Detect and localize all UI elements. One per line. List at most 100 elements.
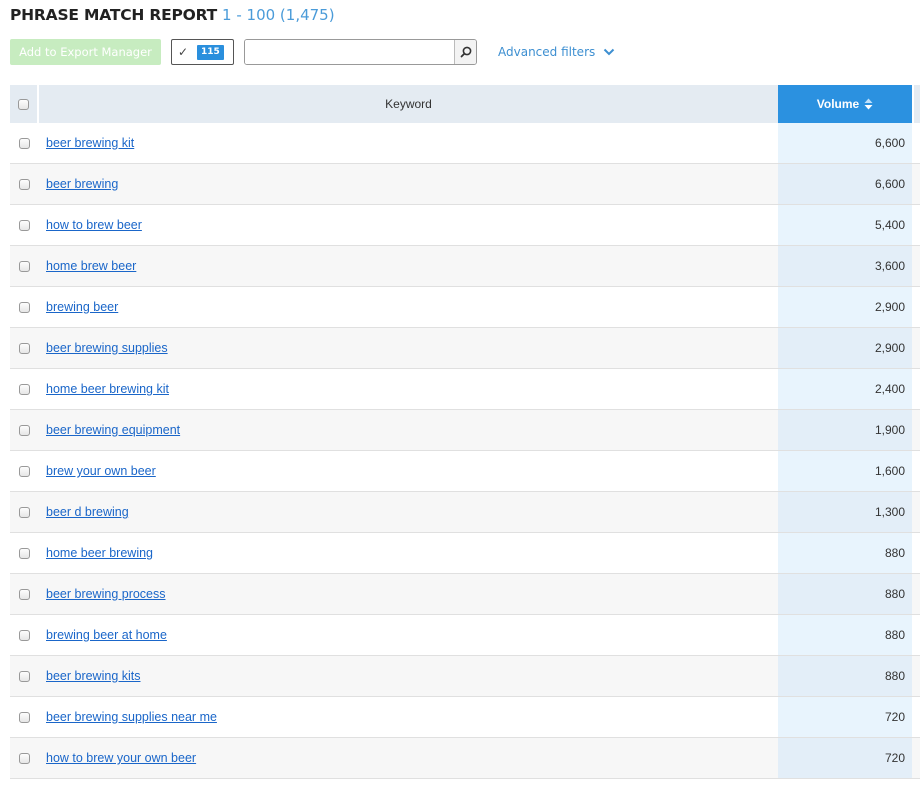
row-checkbox[interactable] bbox=[19, 711, 30, 723]
volume-cell: 880 bbox=[778, 574, 912, 614]
keyword-link[interactable]: beer brewing supplies bbox=[46, 341, 168, 355]
advanced-filters-toggle[interactable]: Advanced filters bbox=[498, 45, 615, 59]
extra-cell bbox=[912, 451, 920, 491]
row-checkbox-cell bbox=[10, 164, 39, 204]
column-header-keyword[interactable]: Keyword bbox=[39, 85, 778, 123]
volume-cell: 1,900 bbox=[778, 410, 912, 450]
volume-cell: 6,600 bbox=[778, 164, 912, 204]
row-checkbox-cell bbox=[10, 369, 39, 409]
table-row: home beer brewing 880 bbox=[10, 533, 920, 574]
keyword-link[interactable]: home brew beer bbox=[46, 259, 136, 273]
table-row: beer brewing kit 6,600 bbox=[10, 123, 920, 164]
row-checkbox[interactable] bbox=[19, 424, 30, 436]
phrase-match-table: Keyword Volume beer brewing kit 6,600 beer… bbox=[10, 85, 920, 779]
keyword-link[interactable]: how to brew your own beer bbox=[46, 751, 196, 765]
volume-cell: 6,600 bbox=[778, 123, 912, 163]
table-body: beer brewing kit 6,600 beer brewing 6,600 ho… bbox=[10, 123, 920, 779]
result-range: 1 - 100 (1,475) bbox=[222, 6, 335, 24]
keyword-cell: home beer brewing kit bbox=[39, 369, 778, 409]
row-checkbox[interactable] bbox=[19, 301, 30, 313]
keyword-cell: beer brewing kit bbox=[39, 123, 778, 163]
row-checkbox[interactable] bbox=[19, 547, 30, 559]
table-row: beer brewing process 880 bbox=[10, 574, 920, 615]
table-row: brew your own beer 1,600 bbox=[10, 451, 920, 492]
row-checkbox-cell bbox=[10, 492, 39, 532]
keyword-link[interactable]: brewing beer at home bbox=[46, 628, 167, 642]
sort-icon bbox=[864, 98, 873, 110]
table-row: home beer brewing kit 2,400 bbox=[10, 369, 920, 410]
row-checkbox[interactable] bbox=[19, 752, 30, 764]
table-row: beer brewing kits 880 bbox=[10, 656, 920, 697]
table-row: beer d brewing 1,300 bbox=[10, 492, 920, 533]
row-checkbox[interactable] bbox=[19, 670, 30, 682]
keyword-cell: beer brewing supplies near me bbox=[39, 697, 778, 737]
column-header-volume-label: Volume bbox=[816, 97, 860, 111]
row-checkbox[interactable] bbox=[19, 588, 30, 600]
keyword-link[interactable]: beer brewing kits bbox=[46, 669, 141, 683]
add-to-export-manager-button[interactable]: Add to Export Manager bbox=[10, 39, 161, 65]
keyword-cell: brewing beer bbox=[39, 287, 778, 327]
row-checkbox-cell bbox=[10, 533, 39, 573]
keyword-link[interactable]: beer brewing process bbox=[46, 587, 166, 601]
row-checkbox-cell bbox=[10, 123, 39, 163]
keyword-cell: beer brewing bbox=[39, 164, 778, 204]
row-checkbox-cell bbox=[10, 738, 39, 778]
table-row: brewing beer 2,900 bbox=[10, 287, 920, 328]
keyword-link[interactable]: home beer brewing kit bbox=[46, 382, 169, 396]
filter-search-input[interactable] bbox=[245, 40, 454, 64]
row-checkbox[interactable] bbox=[19, 260, 30, 272]
volume-cell: 880 bbox=[778, 533, 912, 573]
row-checkbox-cell bbox=[10, 205, 39, 245]
report-header: PHRASE MATCH REPORT 1 - 100 (1,475) bbox=[10, 6, 335, 28]
advanced-filters-label: Advanced filters bbox=[498, 45, 596, 59]
keyword-link[interactable]: brew your own beer bbox=[46, 464, 156, 478]
row-checkbox[interactable] bbox=[19, 383, 30, 395]
row-checkbox[interactable] bbox=[19, 219, 30, 231]
column-header-volume[interactable]: Volume bbox=[778, 85, 912, 123]
extra-cell bbox=[912, 328, 920, 368]
keyword-cell: beer brewing process bbox=[39, 574, 778, 614]
keyword-link[interactable]: beer brewing supplies near me bbox=[46, 710, 217, 724]
keyword-cell: beer brewing kits bbox=[39, 656, 778, 696]
search-icon bbox=[460, 46, 471, 58]
row-checkbox[interactable] bbox=[19, 629, 30, 641]
row-checkbox-cell bbox=[10, 410, 39, 450]
volume-cell: 720 bbox=[778, 738, 912, 778]
extra-cell bbox=[912, 533, 920, 573]
keyword-link[interactable]: beer brewing bbox=[46, 177, 118, 191]
checkmark-icon: ✓ bbox=[178, 45, 189, 59]
extra-cell bbox=[912, 656, 920, 696]
extra-cell bbox=[912, 369, 920, 409]
row-checkbox[interactable] bbox=[19, 342, 30, 354]
toolbar: Add to Export Manager ✓ 115 Advanced fil… bbox=[10, 39, 615, 65]
keyword-cell: beer brewing equipment bbox=[39, 410, 778, 450]
keyword-link[interactable]: beer d brewing bbox=[46, 505, 129, 519]
volume-cell: 1,300 bbox=[778, 492, 912, 532]
select-all-toggle[interactable]: ✓ 115 bbox=[171, 39, 234, 65]
row-checkbox[interactable] bbox=[19, 506, 30, 518]
table-row: beer brewing supplies 2,900 bbox=[10, 328, 920, 369]
select-all-checkbox[interactable] bbox=[18, 98, 29, 110]
keyword-link[interactable]: beer brewing kit bbox=[46, 136, 134, 150]
table-header: Keyword Volume bbox=[10, 85, 920, 123]
extra-cell bbox=[912, 246, 920, 286]
extra-cell bbox=[912, 287, 920, 327]
row-checkbox-cell bbox=[10, 328, 39, 368]
keyword-link[interactable]: brewing beer bbox=[46, 300, 118, 314]
keyword-link[interactable]: how to brew beer bbox=[46, 218, 142, 232]
row-checkbox[interactable] bbox=[19, 178, 30, 190]
row-checkbox[interactable] bbox=[19, 465, 30, 477]
table-row: beer brewing 6,600 bbox=[10, 164, 920, 205]
search-button[interactable] bbox=[454, 40, 476, 64]
volume-cell: 5,400 bbox=[778, 205, 912, 245]
volume-cell: 2,900 bbox=[778, 328, 912, 368]
row-checkbox-cell bbox=[10, 615, 39, 655]
extra-cell bbox=[912, 164, 920, 204]
extra-cell bbox=[912, 205, 920, 245]
keyword-link[interactable]: home beer brewing bbox=[46, 546, 153, 560]
keyword-link[interactable]: beer brewing equipment bbox=[46, 423, 180, 437]
filter-search bbox=[244, 39, 477, 65]
row-checkbox[interactable] bbox=[19, 137, 30, 149]
extra-cell bbox=[912, 410, 920, 450]
keyword-cell: home brew beer bbox=[39, 246, 778, 286]
